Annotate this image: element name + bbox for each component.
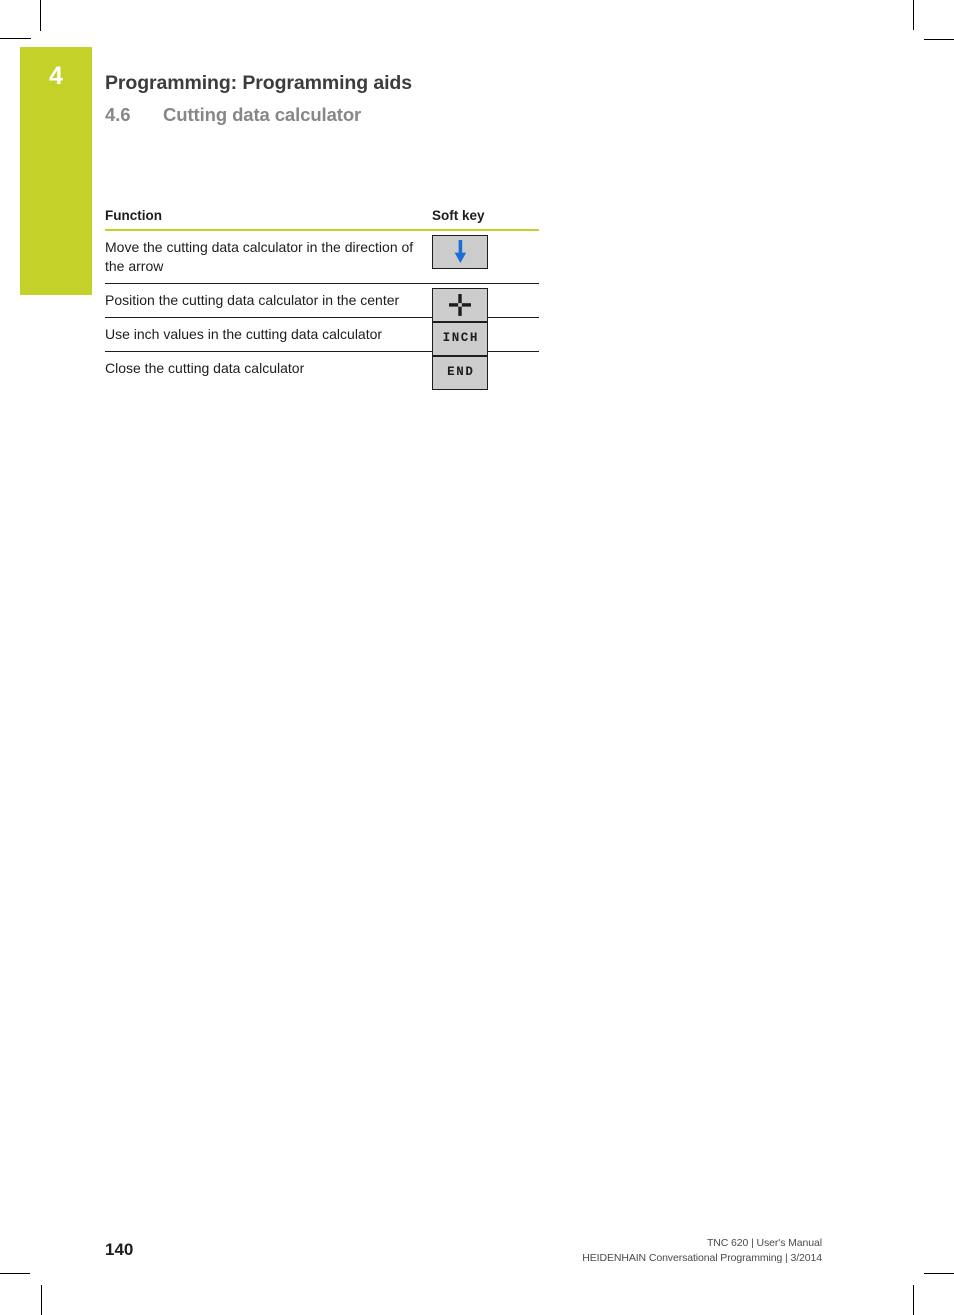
softkey-move-arrow[interactable]	[432, 235, 488, 269]
crop-mark-top-left-vertical	[40, 0, 41, 31]
softkey-label: INCH	[442, 331, 479, 346]
softkey-cell: INCH	[432, 317, 539, 356]
function-description: Position the cutting data calculator in …	[105, 283, 432, 318]
softkey-cell	[432, 230, 539, 284]
softkey-end[interactable]: END	[432, 355, 488, 390]
chapter-number: 4	[49, 62, 63, 90]
function-description: Move the cutting data calculator in the …	[105, 230, 432, 284]
footer-imprint: TNC 620 | User's Manual HEIDENHAIN Conve…	[582, 1236, 822, 1266]
table-header-row: Function Soft key	[105, 208, 539, 231]
softkey-table: Function Soft key Move the cutting data …	[105, 208, 539, 390]
crop-mark-top-right-vertical	[913, 0, 914, 30]
footer-line-publisher: HEIDENHAIN Conversational Programming | …	[582, 1252, 822, 1265]
function-description: Close the cutting data calculator	[105, 359, 305, 376]
arrow-down-icon	[454, 240, 467, 264]
page-number: 140	[105, 1240, 134, 1259]
crop-mark-bottom-right-horizontal	[924, 1273, 954, 1274]
function-description: Use inch values in the cutting data calc…	[105, 317, 432, 352]
column-header-function: Function	[105, 208, 432, 231]
crop-mark-top-left-horizontal	[0, 38, 31, 39]
section-heading: 4.6 Cutting data calculator	[105, 104, 361, 126]
column-header-soft-key: Soft key	[432, 208, 539, 231]
table-row: Use inch values in the cutting data calc…	[105, 317, 539, 356]
page-title: Programming: Programming aids	[105, 72, 412, 94]
table-row: Move the cutting data calculator in the …	[105, 230, 539, 284]
crop-mark-bottom-left-horizontal	[0, 1273, 30, 1274]
softkey-table-wrapper: Function Soft key Move the cutting data …	[105, 208, 539, 390]
softkey-label: END	[447, 365, 475, 380]
crop-mark-bottom-right-vertical	[913, 1285, 914, 1315]
crop-mark-bottom-left-vertical	[41, 1285, 42, 1315]
footer-line-product: TNC 620 | User's Manual	[706, 1237, 822, 1249]
crop-mark-top-right-horizontal	[924, 39, 954, 40]
section-title: Cutting data calculator	[163, 104, 362, 125]
table-row: Position the cutting data calculator in …	[105, 283, 539, 322]
softkey-cell: END	[432, 351, 539, 390]
section-number: 4.6	[105, 104, 131, 125]
softkey-cell	[432, 283, 539, 322]
table-row: Close the cutting data calculator END	[105, 351, 539, 390]
crosshair-center-icon	[448, 293, 472, 317]
